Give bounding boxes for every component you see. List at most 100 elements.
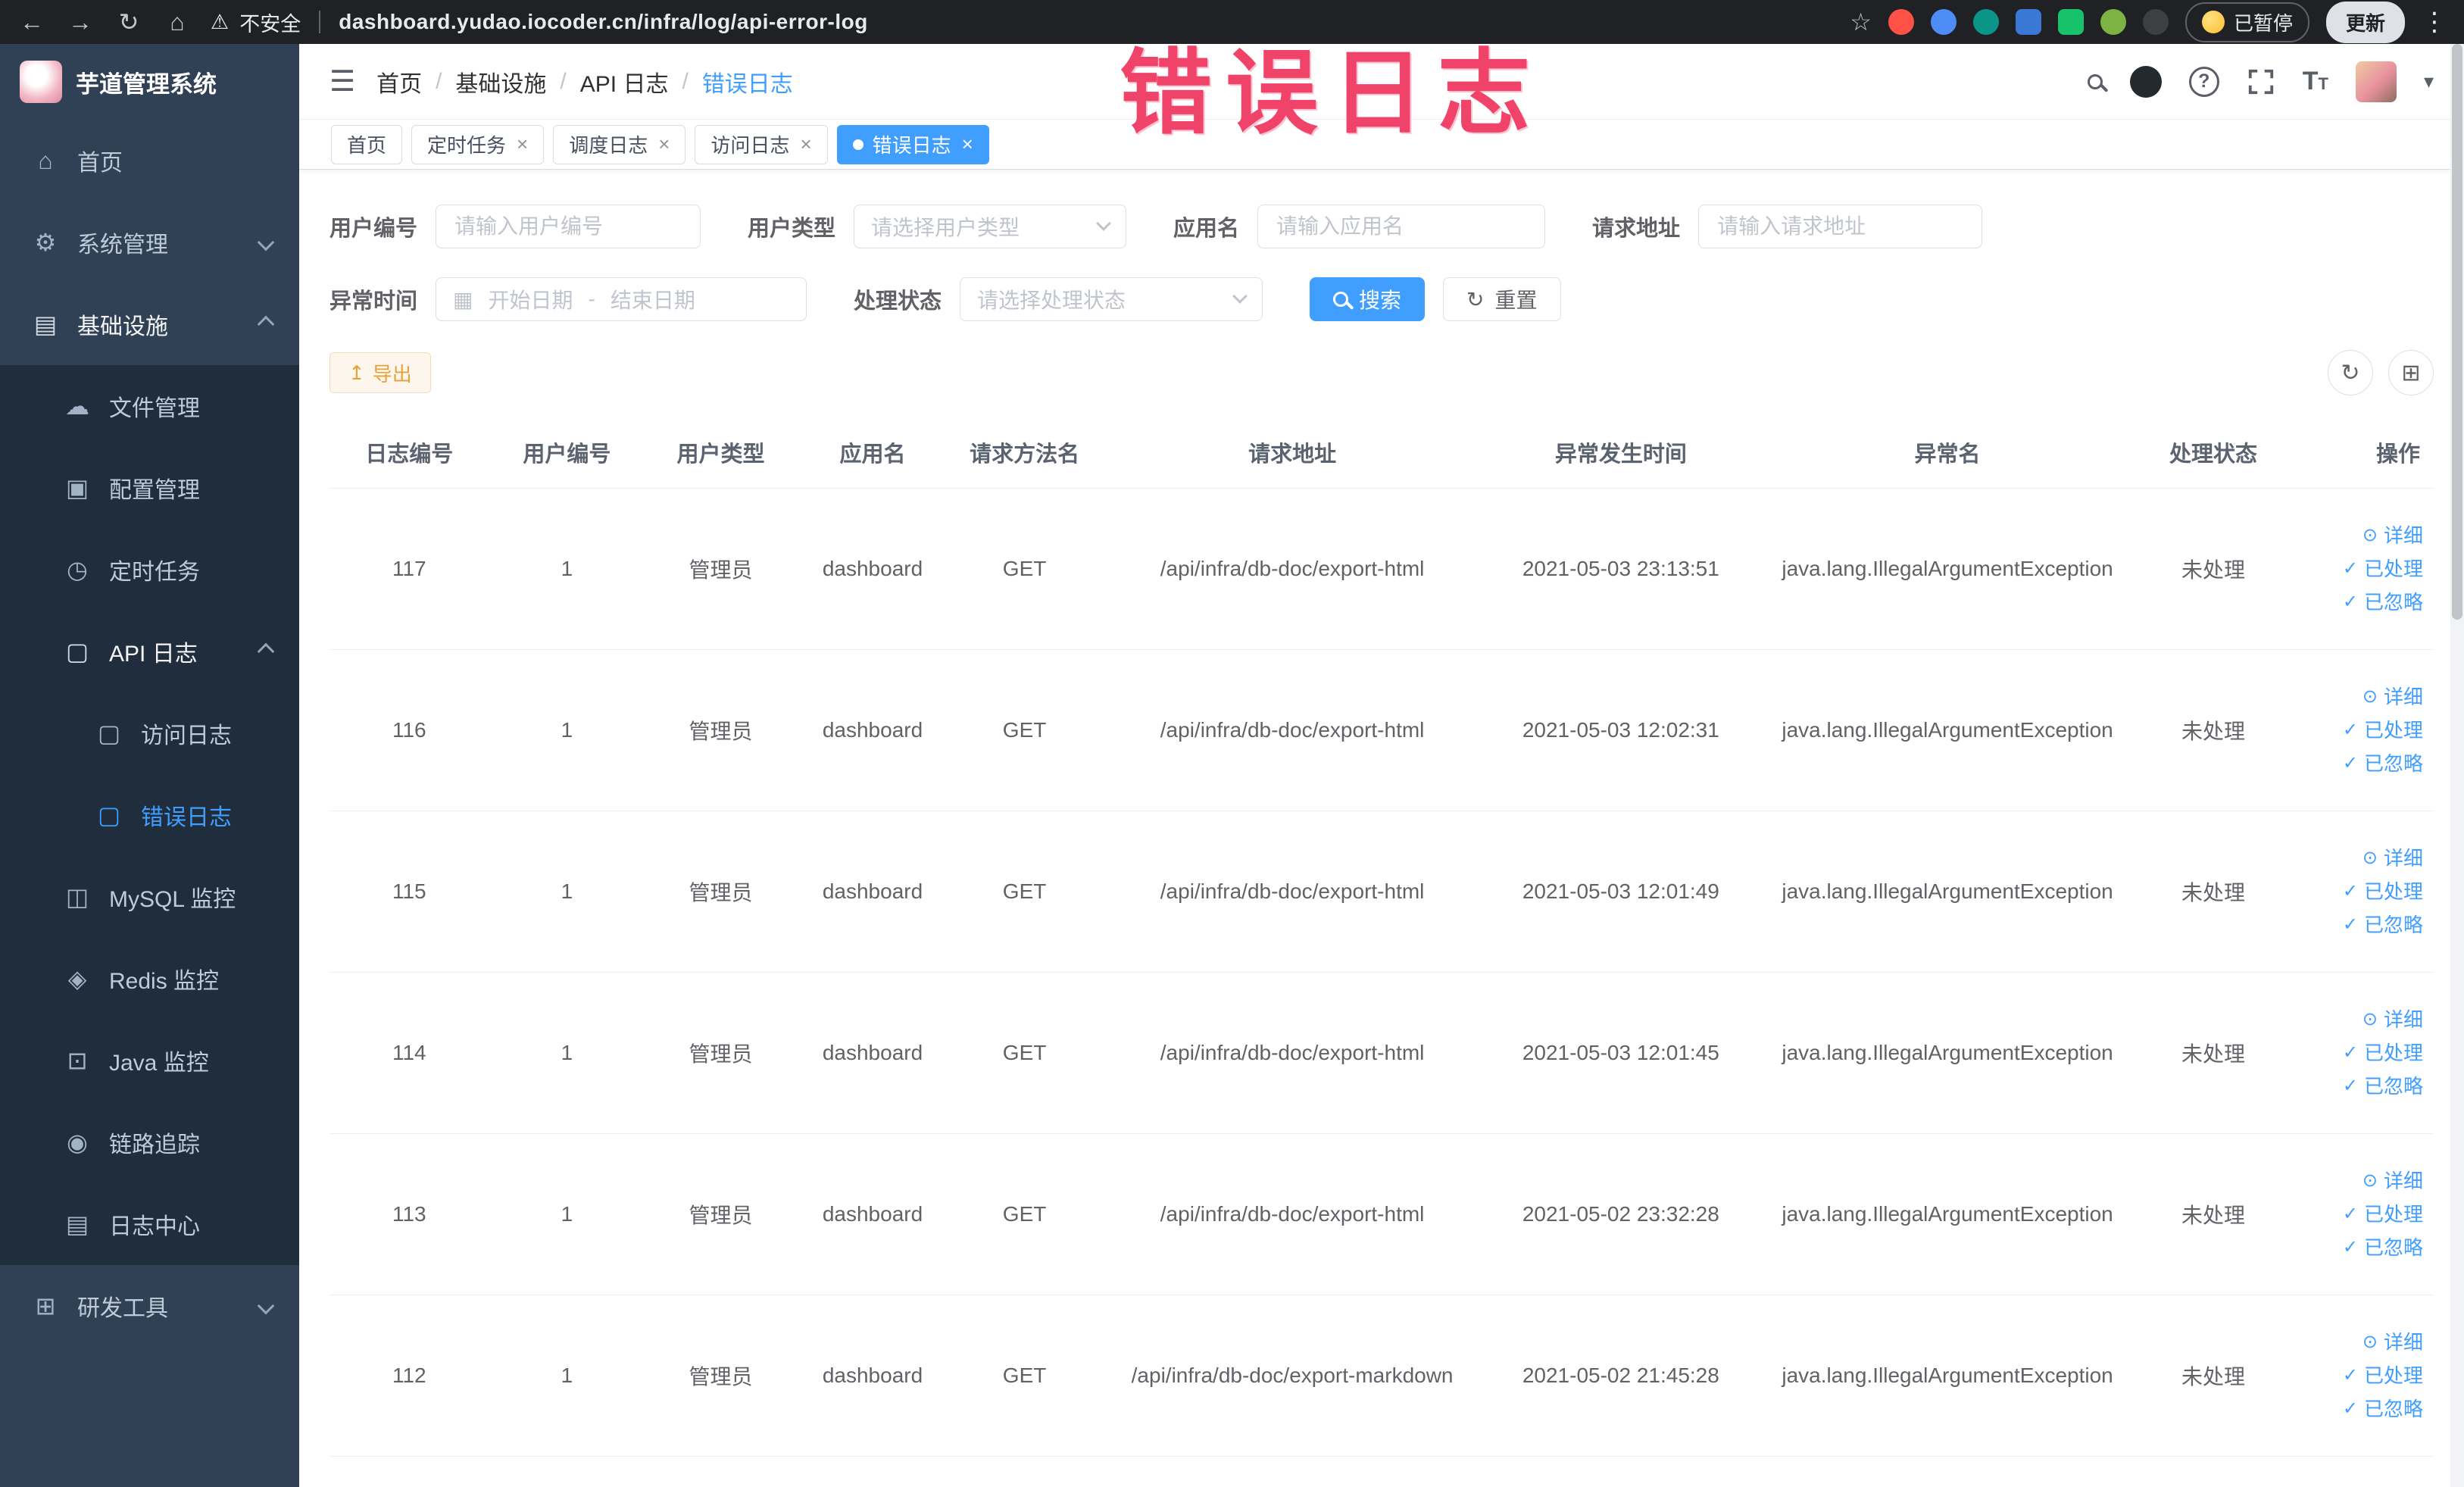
java-icon: ⊡ — [67, 1047, 88, 1074]
user-type-select[interactable]: 请选择用户类型 — [854, 205, 1127, 248]
search-button[interactable]: 搜索 — [1310, 277, 1426, 321]
mark-ignored-link[interactable]: ✓ 已忽略 — [2295, 1070, 2423, 1103]
page-scrollbar[interactable] — [2450, 44, 2464, 1487]
user-id-input[interactable] — [436, 205, 701, 248]
help-icon[interactable]: ? — [2188, 66, 2219, 97]
app-logo[interactable]: 芋道管理系统 — [0, 44, 299, 120]
filter-label: 用户编号 — [329, 217, 418, 241]
eye-icon: ⊙ — [2362, 1170, 2378, 1191]
request-url-input[interactable] — [1698, 205, 1983, 248]
reset-button[interactable]: ↻ 重置 — [1443, 277, 1561, 321]
active-tab-dot — [852, 139, 863, 150]
search-icon[interactable] — [2087, 73, 2103, 89]
mark-processed-link[interactable]: ✓ 已处理 — [2295, 875, 2423, 908]
browser-home-icon[interactable]: ⌂ — [162, 8, 192, 36]
paused-button[interactable]: 已暂停 — [2184, 2, 2309, 42]
sidebar-item-config-management[interactable]: ▣ 配置管理 — [0, 447, 299, 529]
action-label: 详细 — [2383, 1170, 2423, 1192]
tab-schedule-log[interactable]: 调度日志 × — [553, 124, 686, 164]
avatar-caret-icon[interactable]: ▾ — [2424, 70, 2434, 93]
mark-ignored-link[interactable]: ✓ 已忽略 — [2295, 908, 2423, 942]
refresh-button[interactable]: ↻ — [2328, 350, 2373, 395]
close-tab-icon[interactable]: × — [962, 133, 973, 156]
browser-menu-icon[interactable]: ⋮ — [2422, 7, 2447, 37]
sidebar-item-redis-monitor[interactable]: ◈ Redis 监控 — [0, 938, 299, 1020]
back-icon[interactable]: ← — [17, 8, 47, 36]
extension-icon[interactable] — [1972, 9, 1999, 35]
column-header-user-type: 用户类型 — [645, 417, 797, 489]
process-status-select[interactable]: 请选择处理状态 — [960, 277, 1263, 321]
github-icon[interactable] — [2129, 65, 2162, 98]
scrollbar-thumb[interactable] — [2452, 44, 2462, 620]
sidebar-item-link-tracing[interactable]: ◉ 链路追踪 — [0, 1101, 299, 1183]
mark-ignored-link[interactable]: ✓ 已忽略 — [2295, 747, 2423, 780]
sidebar-item-dev-tools[interactable]: ⊞ 研发工具 — [0, 1265, 299, 1347]
mark-processed-link[interactable]: ✓ 已处理 — [2295, 1198, 2423, 1231]
extension-icon[interactable] — [1930, 9, 1957, 35]
extensions-puzzle-icon[interactable] — [2142, 9, 2169, 35]
detail-link[interactable]: ⊙ 详细 — [2295, 680, 2423, 714]
check-icon: ✓ — [2342, 720, 2358, 740]
mark-ignored-link[interactable]: ✓ 已忽略 — [2295, 1231, 2423, 1264]
update-button[interactable]: 更新 — [2325, 1, 2405, 43]
mark-processed-link[interactable]: ✓ 已处理 — [2295, 1036, 2423, 1070]
app-name-input[interactable] — [1257, 205, 1546, 248]
address-bar[interactable]: dashboard.yudao.iocoder.cn/infra/log/api… — [339, 10, 868, 34]
bookmark-star-icon[interactable]: ☆ — [1850, 8, 1872, 36]
detail-link[interactable]: ⊙ 详细 — [2295, 1164, 2423, 1198]
close-tab-icon[interactable]: × — [658, 133, 670, 156]
user-avatar[interactable] — [2355, 61, 2397, 102]
mark-processed-link[interactable]: ✓ 已处理 — [2295, 714, 2423, 747]
cell-time: 2021-05-02 21:45:28 — [1484, 1295, 1758, 1457]
cell-id: 117 — [329, 488, 489, 650]
detail-link[interactable]: ⊙ 详细 — [2295, 519, 2423, 552]
filter-label: 异常时间 — [329, 289, 418, 314]
tab-scheduled-tasks[interactable]: 定时任务 × — [411, 124, 545, 164]
close-tab-icon[interactable]: × — [517, 133, 528, 156]
chevron-up-icon — [257, 315, 275, 333]
sidebar-item-system-management[interactable]: ⚙ 系统管理 — [0, 201, 299, 283]
font-size-icon[interactable]: TT — [2303, 67, 2328, 96]
fullscreen-icon[interactable] — [2247, 67, 2275, 96]
sidebar-item-label: 链路追踪 — [109, 1132, 200, 1157]
sidebar-item-file-management[interactable]: ☁ 文件管理 — [0, 365, 299, 447]
detail-link[interactable]: ⊙ 详细 — [2295, 1003, 2423, 1036]
sidebar-item-mysql-monitor[interactable]: ◫ MySQL 监控 — [0, 856, 299, 938]
date-range-picker[interactable]: ▦ 开始日期 - 结束日期 — [436, 277, 807, 321]
close-tab-icon[interactable]: × — [800, 133, 811, 156]
forward-icon[interactable]: → — [65, 8, 95, 36]
collapse-sidebar-icon[interactable]: ☰ — [329, 64, 355, 98]
extension-icon[interactable] — [1888, 9, 1914, 35]
config-icon: ▣ — [65, 474, 89, 501]
mark-ignored-link[interactable]: ✓ 已忽略 — [2295, 586, 2423, 619]
reload-icon[interactable]: ↻ — [114, 8, 144, 36]
security-indicator[interactable]: ⚠ 不安全 — [211, 8, 301, 37]
mark-ignored-link[interactable]: ✓ 已忽略 — [2295, 1392, 2423, 1426]
detail-link[interactable]: ⊙ 详细 — [2295, 842, 2423, 875]
sidebar-item-access-log[interactable]: ▢ 访问日志 — [0, 692, 299, 774]
sidebar-item-home[interactable]: ⌂ 首页 — [0, 120, 299, 201]
breadcrumb-item[interactable]: 首页 — [376, 65, 422, 98]
cell-status: 未处理 — [2137, 972, 2290, 1134]
sidebar-item-api-logs[interactable]: ▢ API 日志 — [0, 611, 299, 692]
extension-icon[interactable] — [2057, 9, 2084, 35]
breadcrumb-item[interactable]: API 日志 — [580, 65, 669, 98]
breadcrumb-item[interactable]: 基础设施 — [455, 65, 546, 98]
column-settings-button[interactable]: ⊞ — [2388, 350, 2434, 395]
extension-icon[interactable] — [2100, 9, 2126, 35]
mark-processed-link[interactable]: ✓ 已处理 — [2295, 1359, 2423, 1392]
sidebar-item-infrastructure[interactable]: ▤ 基础设施 — [0, 283, 299, 365]
sidebar-item-log-center[interactable]: ▤ 日志中心 — [0, 1183, 299, 1265]
sidebar-item-java-monitor[interactable]: ⊡ Java 监控 — [0, 1020, 299, 1101]
extension-icon[interactable] — [2015, 9, 2041, 35]
export-button[interactable]: ↥ 导出 — [329, 352, 431, 393]
tab-home[interactable]: 首页 — [331, 124, 403, 164]
sidebar-item-error-log[interactable]: ▢ 错误日志 — [0, 774, 299, 856]
cell-exception: java.lang.IllegalArgumentException — [1757, 972, 2138, 1134]
tab-access-log[interactable]: 访问日志 × — [695, 124, 828, 164]
detail-link[interactable]: ⊙ 详细 — [2295, 1326, 2423, 1359]
mark-processed-link[interactable]: ✓ 已处理 — [2295, 552, 2423, 586]
action-label: 详细 — [2383, 847, 2423, 870]
sidebar-item-scheduled-tasks[interactable]: ◷ 定时任务 — [0, 529, 299, 611]
tab-error-log[interactable]: 错误日志 × — [836, 124, 989, 164]
